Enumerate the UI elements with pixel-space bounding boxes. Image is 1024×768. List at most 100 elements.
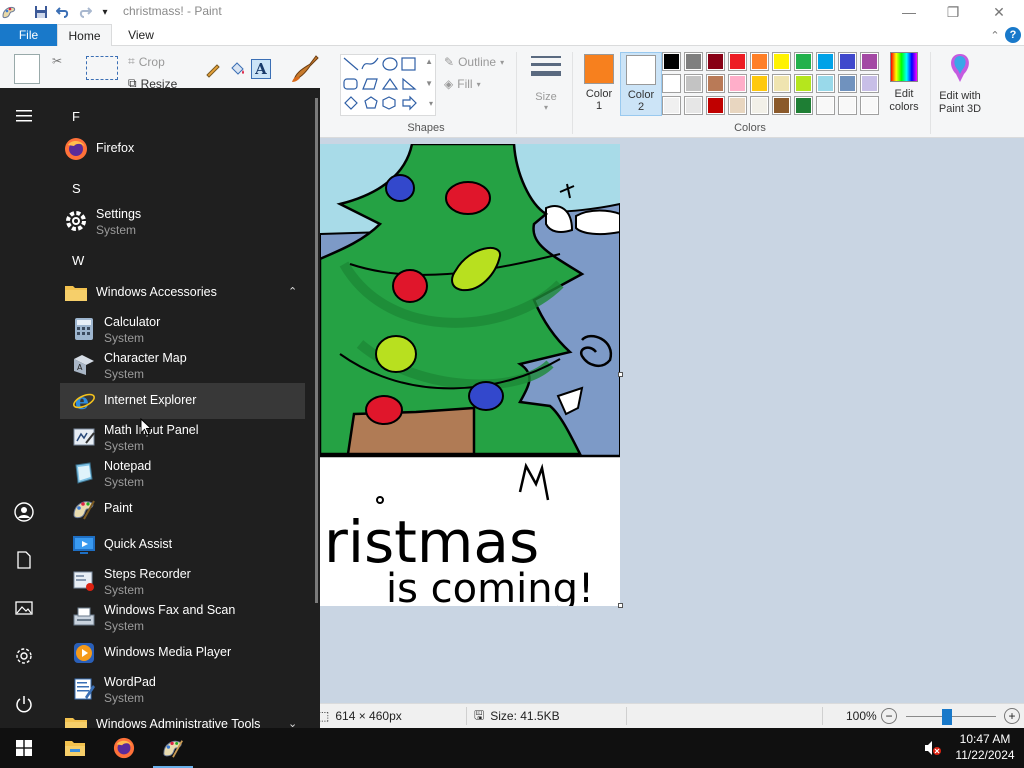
palette-color-swatch[interactable] <box>838 52 857 71</box>
help-icon[interactable]: ? <box>1005 27 1021 43</box>
app-calculator[interactable]: Calculator System <box>60 311 305 347</box>
start-menu-scrollbar[interactable] <box>315 98 318 603</box>
app-paint[interactable]: Paint <box>60 491 305 527</box>
palette-color-swatch[interactable] <box>816 52 835 71</box>
app-quick-assist[interactable]: Quick Assist <box>60 527 305 563</box>
app-steps-recorder[interactable]: Steps Recorder System <box>60 563 305 599</box>
undo-icon[interactable] <box>54 3 72 21</box>
palette-color-swatch[interactable] <box>706 52 725 71</box>
palette-color-swatch[interactable] <box>772 74 791 93</box>
zoom-in-button[interactable]: + <box>1004 708 1020 724</box>
collapse-ribbon-icon[interactable]: ⌃ <box>987 27 1003 43</box>
user-account-icon[interactable] <box>12 500 36 524</box>
palette-color-swatch[interactable] <box>860 96 879 115</box>
save-icon[interactable] <box>32 3 50 21</box>
palette-color-swatch[interactable] <box>772 52 791 71</box>
palette-color-swatch[interactable] <box>838 74 857 93</box>
zoom-slider-thumb[interactable] <box>941 709 952 725</box>
palette-color-swatch[interactable] <box>706 96 725 115</box>
palette-color-swatch[interactable] <box>794 96 813 115</box>
select-icon[interactable] <box>86 56 118 80</box>
tab-file[interactable]: File <box>0 24 57 46</box>
palette-color-swatch[interactable] <box>728 74 747 93</box>
palette-color-swatch[interactable] <box>728 96 747 115</box>
tab-home[interactable]: Home <box>57 24 112 47</box>
palette-color-swatch[interactable] <box>706 74 725 93</box>
collapse-chevron-up-icon[interactable]: ⌃ <box>288 285 297 298</box>
redo-icon[interactable] <box>76 3 94 21</box>
palette-color-swatch[interactable] <box>794 74 813 93</box>
customize-quick-access-icon[interactable]: ▾ <box>96 3 114 21</box>
shapes-expand-icon[interactable]: ▾ <box>429 99 433 108</box>
palette-color-swatch[interactable] <box>684 96 703 115</box>
app-settings[interactable]: Settings System <box>60 203 305 239</box>
volume-muted-button[interactable] <box>918 728 948 768</box>
app-wordpad[interactable]: WordPad System <box>60 671 305 707</box>
taskbar-paint[interactable] <box>149 728 197 768</box>
app-firefox[interactable]: Firefox <box>60 131 305 167</box>
palette-color-swatch[interactable] <box>728 52 747 71</box>
app-math-input-panel[interactable]: Math Input Panel System <box>60 419 305 455</box>
fill-bucket-icon[interactable] <box>228 60 246 78</box>
brushes-icon[interactable] <box>290 52 322 84</box>
palette-color-swatch[interactable] <box>684 74 703 93</box>
folder-windows-accessories[interactable]: Windows Accessories ⌃ <box>60 275 305 311</box>
minimize-button[interactable]: — <box>886 0 932 24</box>
edit-colors-button[interactable]: Edit colors <box>884 52 924 114</box>
settings-icon[interactable] <box>12 644 36 668</box>
pencil-icon[interactable] <box>204 60 222 78</box>
outline-button[interactable]: ✎ Outline ▾ <box>444 55 504 69</box>
app-windows-fax-and-scan[interactable]: Windows Fax and Scan System <box>60 599 305 635</box>
palette-color-swatch[interactable] <box>662 52 681 71</box>
canvas-resize-handle-corner[interactable] <box>618 603 623 608</box>
close-button[interactable]: ✕ <box>976 0 1022 24</box>
app-character-map[interactable]: A Character Map System <box>60 347 305 383</box>
group-letter-s[interactable]: S <box>72 181 81 196</box>
palette-color-swatch[interactable] <box>750 52 769 71</box>
app-windows-media-player[interactable]: Windows Media Player <box>60 635 305 671</box>
taskbar-firefox[interactable] <box>100 728 148 768</box>
crop-button[interactable]: ⌗ Crop <box>128 54 165 69</box>
palette-color-swatch[interactable] <box>750 74 769 93</box>
restore-button[interactable]: ❐ <box>930 0 976 24</box>
palette-color-swatch[interactable] <box>772 96 791 115</box>
palette-color-swatch[interactable] <box>838 96 857 115</box>
size-button[interactable]: Size ▾ <box>524 52 568 116</box>
group-letter-w[interactable]: W <box>72 253 84 268</box>
palette-color-swatch[interactable] <box>750 96 769 115</box>
documents-icon[interactable] <box>12 548 36 572</box>
tab-view[interactable]: View <box>117 24 165 46</box>
edit-with-paint3d-button[interactable]: Edit with Paint 3D <box>934 52 986 116</box>
canvas-resize-handle-right[interactable] <box>618 372 623 377</box>
shapes-gallery[interactable]: ▲ ▼ ▾ <box>340 54 436 116</box>
folder-windows-administrative-tools[interactable]: Windows Administrative Tools ⌄ <box>60 707 305 728</box>
taskbar-clock[interactable]: 10:47 AM 11/22/2024 <box>950 731 1020 763</box>
palette-color-swatch[interactable] <box>816 96 835 115</box>
zoom-out-button[interactable]: − <box>881 708 897 724</box>
color2-button[interactable]: Color 2 <box>620 52 662 116</box>
palette-color-swatch[interactable] <box>684 52 703 71</box>
color1-button[interactable]: Color 1 <box>580 52 618 116</box>
shapes-scroll-down-icon[interactable]: ▼ <box>425 79 433 88</box>
palette-color-swatch[interactable] <box>662 96 681 115</box>
fill-button[interactable]: ◈ Fill ▾ <box>444 77 481 91</box>
paint-app-icon[interactable] <box>0 3 18 21</box>
expand-chevron-down-icon[interactable]: ⌄ <box>288 717 297 728</box>
app-internet-explorer[interactable]: e Internet Explorer <box>60 383 305 419</box>
pictures-icon[interactable] <box>12 596 36 620</box>
app-notepad[interactable]: Notepad System <box>60 455 305 491</box>
palette-color-swatch[interactable] <box>794 52 813 71</box>
drawing-canvas[interactable]: ristmas is coming! <box>320 144 620 606</box>
paste-icon[interactable] <box>14 54 40 84</box>
power-icon[interactable] <box>12 692 36 716</box>
palette-color-swatch[interactable] <box>860 74 879 93</box>
palette-color-swatch[interactable] <box>662 74 681 93</box>
cut-icon[interactable]: ✂ <box>52 54 62 68</box>
group-letter-f[interactable]: F <box>72 109 80 124</box>
palette-color-swatch[interactable] <box>860 52 879 71</box>
start-button[interactable] <box>0 728 48 768</box>
taskbar-file-explorer[interactable] <box>51 728 99 768</box>
shapes-scroll-up-icon[interactable]: ▲ <box>425 57 433 66</box>
palette-color-swatch[interactable] <box>816 74 835 93</box>
text-tool-icon[interactable]: A <box>251 59 271 79</box>
